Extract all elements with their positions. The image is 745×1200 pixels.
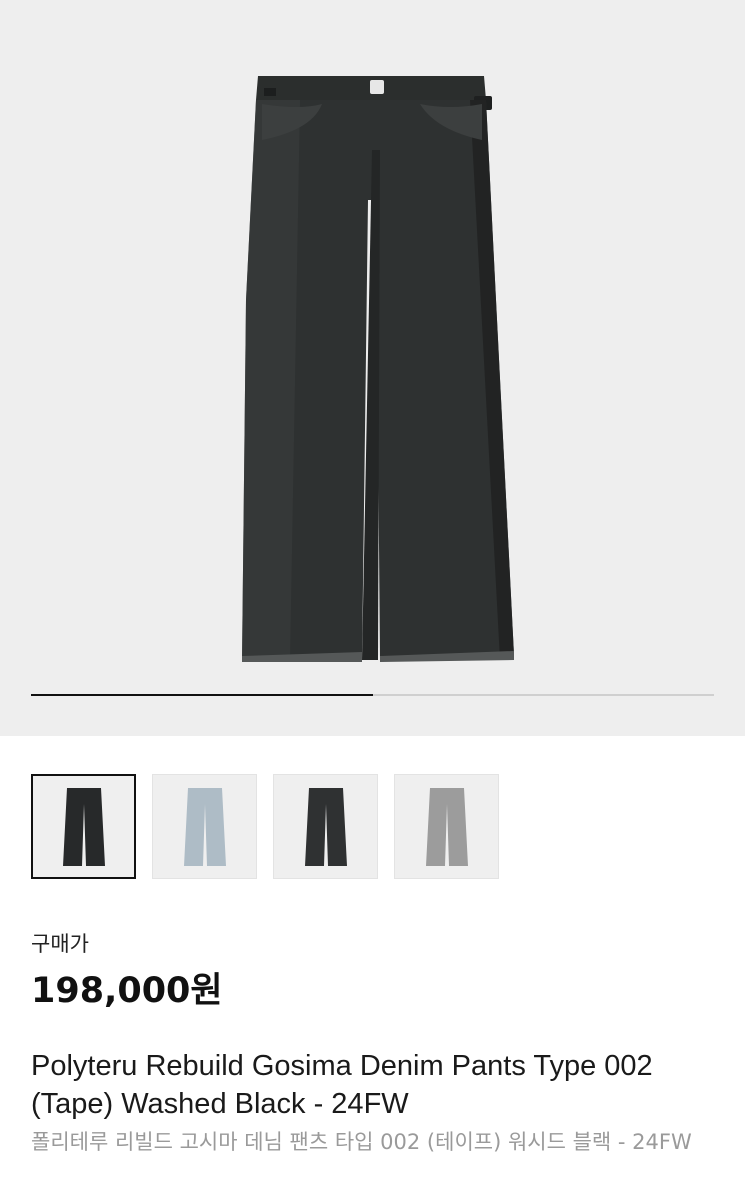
product-main-image — [242, 76, 514, 662]
thumbnail-1[interactable] — [31, 774, 136, 879]
gallery-progress-bar — [31, 694, 714, 696]
product-name-en: Polyteru Rebuild Gosima Denim Pants Type… — [31, 1050, 653, 1120]
thumbnail-2[interactable] — [152, 774, 257, 879]
product-name-ko: 폴리테루 리빌드 고시마 데님 팬츠 타입 002 (테이프) 워시드 블랙 -… — [31, 1130, 692, 1154]
price-value: 198,000원 — [31, 971, 223, 1011]
pants-washed-black-icon — [62, 787, 105, 866]
thumbnail-list — [31, 774, 499, 879]
thumbnail-3[interactable] — [273, 774, 378, 879]
thumbnail-4[interactable] — [394, 774, 499, 879]
product-image-gallery[interactable] — [0, 0, 745, 736]
pants-gray-icon — [425, 787, 468, 866]
gallery-progress-fill — [31, 694, 373, 696]
pants-washed-black-alt-icon — [304, 787, 347, 866]
pants-light-blue-icon — [183, 787, 226, 866]
price-label: 구매가 — [31, 932, 89, 956]
